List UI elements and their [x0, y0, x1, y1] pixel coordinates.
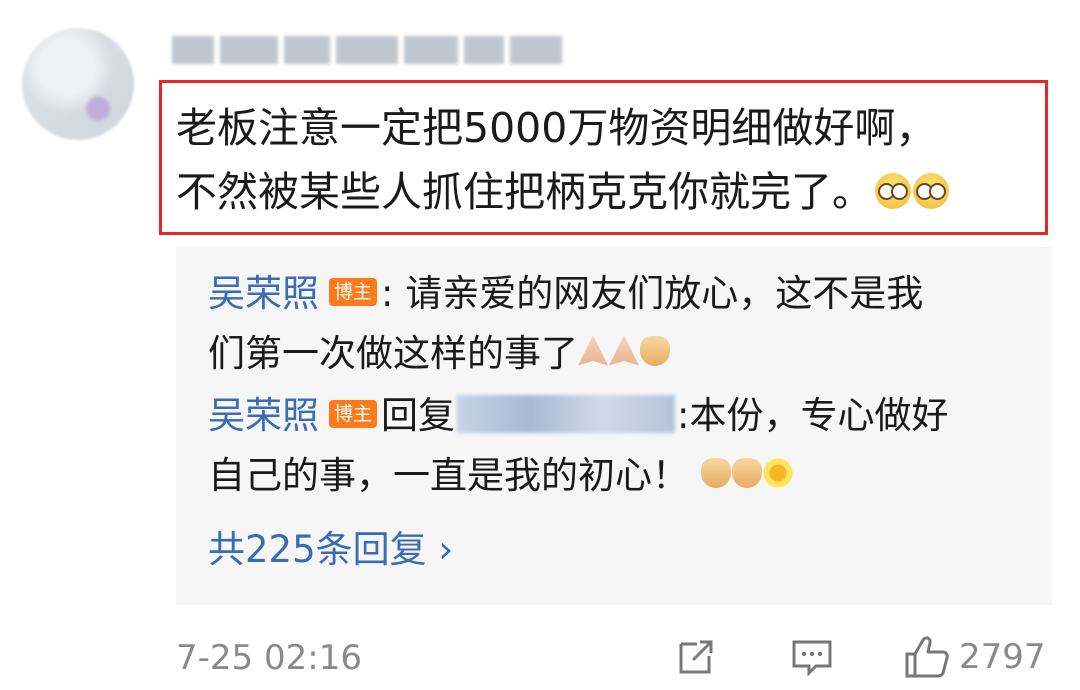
share-icon [679, 640, 713, 674]
reply-line-2: 们第一次做这样的事了 [208, 324, 1028, 384]
reply-prefix: 回复 [381, 394, 456, 437]
username-blurred[interactable] [172, 32, 568, 68]
reply-text-part1: 请亲爱的网友们放心，这不是我 [393, 272, 924, 315]
folded-hands-emoji-icon [609, 335, 639, 366]
handshake-emoji-icon [700, 457, 731, 488]
like-count: 2797 [959, 637, 1046, 677]
more-replies-link[interactable]: 共225条回复 › [208, 522, 453, 578]
reply-text-part2: 们第一次做这样的事了 [208, 332, 578, 375]
reply-line-1: 吴荣照 博主: 请亲爱的网友们放心，这不是我 [208, 264, 1028, 324]
comment-body: 老板注意一定把5000万物资明细做好啊， 不然被某些人抓住把柄克克你就完了。 [176, 96, 1046, 224]
comment-line-1: 老板注意一定把5000万物资明细做好啊， [176, 104, 937, 152]
blogger-badge: 博主 [329, 399, 378, 428]
user-avatar[interactable] [22, 28, 134, 140]
reply-line-2: 自己的事，一直是我的初心！ [208, 446, 1028, 506]
reply-author[interactable]: 吴荣照 [208, 272, 319, 315]
share-button[interactable] [675, 632, 721, 682]
comment-timestamp: 7-25 02:16 [176, 638, 362, 678]
sunflower-smile-emoji-icon [762, 457, 793, 488]
blogger-badge: 博主 [329, 277, 378, 306]
like-button[interactable]: 2797 [903, 632, 1053, 682]
reply-text-part1: :本份，专心做好 [677, 394, 949, 437]
replied-user-blurred[interactable] [457, 394, 676, 433]
comment-icon [792, 640, 832, 677]
comment-button[interactable] [790, 632, 836, 682]
reply-item[interactable]: 吴荣照 博主: 请亲爱的网友们放心，这不是我 们第一次做这样的事了 [208, 264, 1028, 384]
reply-text-part2: 自己的事，一直是我的初心！ [208, 454, 689, 497]
reply-author[interactable]: 吴荣照 [208, 394, 319, 437]
like-icon [905, 636, 949, 678]
reply-item[interactable]: 吴荣照 博主 回复 :本份，专心做好 自己的事，一直是我的初心！ [208, 386, 1028, 506]
comment-line-2: 不然被某些人抓住把柄克克你就完了。 [176, 160, 1046, 224]
glasses-face-emoji-icon [913, 173, 949, 209]
comment-line-2-text: 不然被某些人抓住把柄克克你就完了。 [176, 168, 873, 216]
folded-hands-emoji-icon [578, 335, 608, 366]
reply-line-1: 吴荣照 博主 回复 :本份，专心做好 [208, 386, 1028, 446]
reply-separator: : [381, 272, 394, 315]
handshake-emoji-icon [640, 335, 670, 366]
handshake-emoji-icon [731, 457, 762, 488]
glasses-face-emoji-icon [875, 173, 911, 209]
